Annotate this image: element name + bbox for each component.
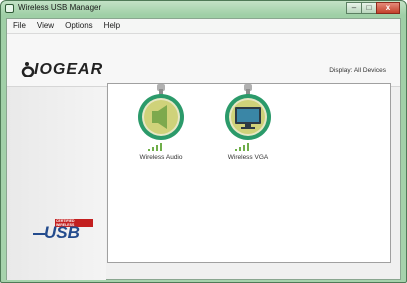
menu-view[interactable]: View — [31, 19, 59, 33]
device-label: Wireless Audio — [139, 154, 183, 161]
display-filter-label[interactable]: Display: All Devices — [329, 67, 386, 74]
menu-file[interactable]: File — [7, 19, 31, 33]
window-title: Wireless USB Manager — [18, 3, 102, 12]
device-list-panel: Wireless Audio Wireless VGA — [107, 83, 391, 263]
window-controls: – □ x — [346, 2, 400, 14]
minimize-button[interactable]: – — [346, 2, 362, 14]
device-wireless-vga[interactable]: Wireless VGA — [213, 84, 283, 161]
menu-bar: File View Options Help — [7, 19, 400, 34]
client-area: File View Options Help IOGEAR Display: A… — [6, 18, 401, 280]
menu-help[interactable]: Help — [98, 19, 125, 33]
certified-wireless-usb-logo: CERTIFIED WIRELESS USB — [33, 219, 93, 249]
usb-logo-text: USB — [44, 223, 80, 242]
maximize-button[interactable]: □ — [361, 2, 377, 14]
menu-options[interactable]: Options — [59, 19, 98, 33]
app-icon — [5, 4, 14, 13]
signal-strength-bars — [235, 143, 249, 151]
signal-strength-bars — [148, 143, 162, 151]
header-banner: IOGEAR Display: All Devices — [7, 34, 400, 87]
device-label: Wireless VGA — [227, 154, 269, 161]
brand-name: IOGEAR — [34, 61, 104, 78]
app-window: Wireless USB Manager – □ x File View Opt… — [0, 0, 407, 283]
close-button[interactable]: x — [376, 2, 400, 14]
device-wireless-audio[interactable]: Wireless Audio — [126, 84, 196, 161]
iogear-logo: IOGEAR — [21, 61, 102, 79]
left-panel: CERTIFIED WIRELESS USB — [7, 87, 106, 280]
title-bar[interactable]: Wireless USB Manager – □ x — [1, 1, 406, 17]
iogear-logo-mark — [21, 62, 35, 78]
